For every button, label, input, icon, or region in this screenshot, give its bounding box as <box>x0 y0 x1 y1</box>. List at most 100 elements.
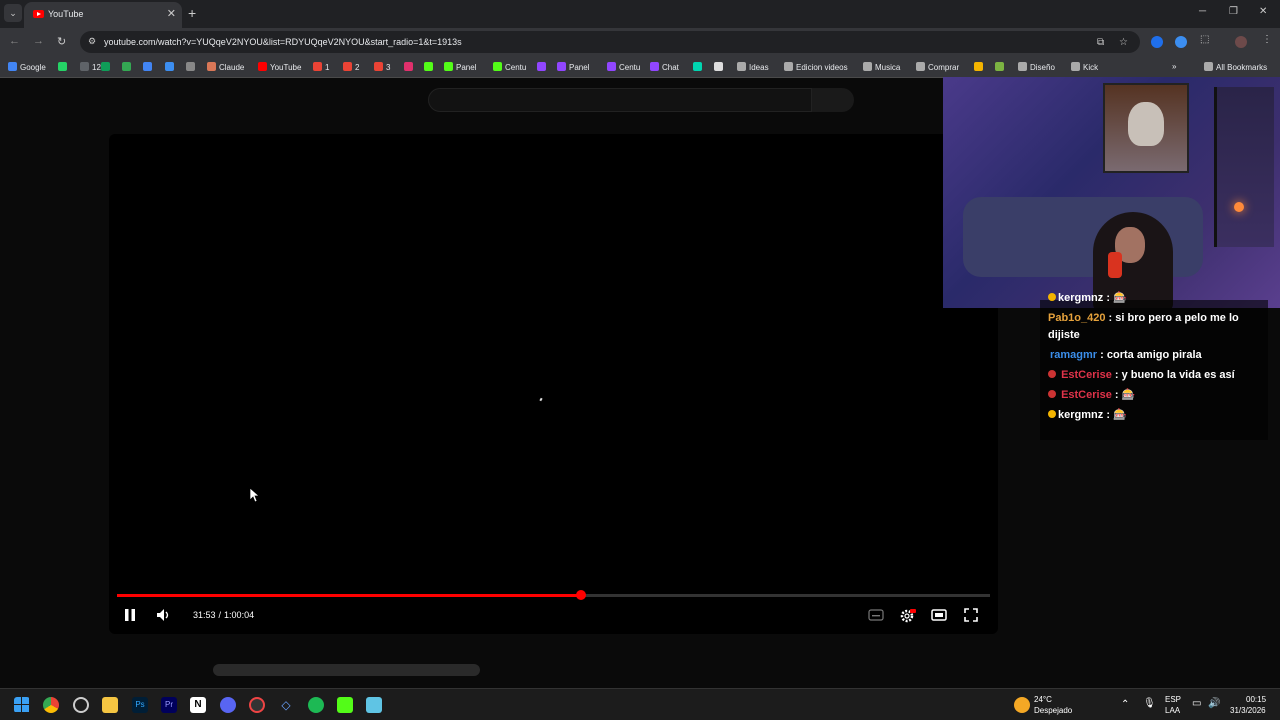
bookmark-favicon-icon <box>8 62 17 71</box>
bookmark-item[interactable] <box>974 62 986 72</box>
scrubber-handle[interactable] <box>575 590 586 600</box>
photoshop-icon[interactable]: Ps <box>132 697 148 713</box>
bookmark-item[interactable] <box>101 62 113 72</box>
menu-kebab-icon[interactable]: ⋮ <box>1262 34 1272 45</box>
bookmark-item[interactable] <box>143 62 155 72</box>
language-code[interactable]: ESP <box>1165 695 1181 704</box>
progress-played <box>117 594 581 597</box>
back-button[interactable]: ← <box>9 35 20 47</box>
address-bar[interactable]: ⚙ youtube.com/watch?v=YUQqeV2NYOU&list=R… <box>80 31 1140 53</box>
chat-message: kergmnz : 🎰 <box>1048 290 1127 307</box>
bookmark-item[interactable] <box>404 62 416 72</box>
bookmark-item[interactable]: Kick <box>1071 62 1098 72</box>
url-text: youtube.com/watch?v=YUQqeV2NYOU&list=RDY… <box>104 37 462 47</box>
bookmark-favicon-icon <box>714 62 723 71</box>
obs-icon[interactable] <box>73 697 89 713</box>
fullscreen-icon[interactable] <box>964 608 978 622</box>
search-button[interactable] <box>812 88 854 112</box>
spotify-icon[interactable] <box>308 697 324 713</box>
weather-moon-icon[interactable] <box>1014 697 1030 713</box>
subtitles-icon[interactable] <box>868 608 884 622</box>
bookmark-item[interactable] <box>165 62 177 72</box>
notepad-icon[interactable] <box>366 697 382 713</box>
bookmark-favicon-icon <box>995 62 1004 71</box>
extension-icon[interactable] <box>1151 36 1163 48</box>
folder-icon <box>1204 62 1213 71</box>
bookmark-item[interactable]: Google <box>8 62 46 72</box>
bookmark-item[interactable] <box>122 62 134 72</box>
bookmark-item[interactable]: 1 <box>313 62 329 72</box>
bookmark-favicon-icon <box>607 62 616 71</box>
bookmark-item[interactable] <box>995 62 1007 72</box>
bookmark-favicon-icon <box>650 62 659 71</box>
extensions-puzzle-icon[interactable]: ⬚ <box>1200 34 1209 45</box>
bookmark-item[interactable] <box>186 62 198 72</box>
bookmark-item[interactable] <box>693 62 705 72</box>
bookmark-item[interactable]: Chat <box>650 62 679 72</box>
bookmark-item[interactable]: Panel <box>444 62 476 72</box>
bookmark-item[interactable]: YouTube <box>258 62 301 72</box>
app-icon[interactable] <box>249 697 265 713</box>
profile-avatar[interactable] <box>1235 36 1247 48</box>
pause-button[interactable] <box>124 608 136 622</box>
bookmark-item[interactable]: Claude <box>207 62 244 72</box>
bookmark-star-icon[interactable]: ☆ <box>1119 37 1128 48</box>
notion-icon[interactable]: N <box>190 697 206 713</box>
bookmark-item[interactable]: 2 <box>343 62 359 72</box>
settings-gear-icon[interactable] <box>900 608 916 624</box>
close-tab-icon[interactable]: ✕ <box>167 7 176 20</box>
theater-mode-icon[interactable] <box>931 608 947 622</box>
chat-message: EstCerise : y bueno la vida es así <box>1048 367 1235 384</box>
close-window-button[interactable]: ✕ <box>1259 6 1267 17</box>
bookmark-item[interactable]: Centu <box>607 62 640 72</box>
bookmark-item[interactable]: Diseño <box>1018 62 1055 72</box>
restore-button[interactable]: ❐ <box>1229 6 1238 17</box>
clock-date[interactable]: 31/3/2026 <box>1230 706 1266 715</box>
streamlabs-icon[interactable]: ◇ <box>278 697 294 713</box>
chevron-up-icon[interactable]: ⌃ <box>1121 699 1129 710</box>
extension-icon-2[interactable] <box>1175 36 1187 48</box>
clock-time[interactable]: 00:15 <box>1246 695 1266 704</box>
bookmark-item[interactable]: Comprar <box>916 62 959 72</box>
search-input[interactable] <box>428 88 812 112</box>
forward-button[interactable]: → <box>33 35 44 47</box>
install-app-icon[interactable]: ⧉ <box>1097 37 1104 48</box>
reload-button[interactable]: ↻ <box>57 35 66 48</box>
new-tab-button[interactable]: + <box>188 5 196 21</box>
bookmark-item[interactable]: 3 <box>374 62 390 72</box>
more-bookmarks-icon[interactable]: » <box>1172 62 1176 71</box>
microphone-icon[interactable]: 🎙 <box>1143 698 1156 709</box>
bookmark-item[interactable]: Edicion videos <box>784 62 848 72</box>
lamp-light <box>1234 202 1244 212</box>
minimize-button[interactable]: ─ <box>1199 6 1206 17</box>
bookmarks-bar: » All Bookmarks Google 12 Claude YouTube 1 2 3… <box>0 56 1280 78</box>
tab-youtube[interactable]: YouTube ✕ <box>24 2 182 28</box>
premiere-icon[interactable]: Pr <box>161 697 177 713</box>
volume-icon[interactable] <box>156 608 170 622</box>
kick-icon[interactable] <box>337 697 353 713</box>
bookmark-item[interactable] <box>424 62 436 72</box>
bookmark-item[interactable]: Ideas <box>737 62 769 72</box>
discord-icon[interactable] <box>220 697 236 713</box>
all-bookmarks-folder[interactable]: All Bookmarks <box>1204 62 1267 72</box>
youtube-favicon-icon <box>33 10 44 18</box>
file-explorer-icon[interactable] <box>102 697 118 713</box>
video-player[interactable]: 31:53/1:00:04 <box>109 134 998 634</box>
bookmark-item[interactable]: Panel <box>557 62 589 72</box>
bookmark-item[interactable]: 12 <box>80 62 101 72</box>
bookmark-item[interactable]: Musica <box>863 62 900 72</box>
tab-search-button[interactable]: ⌄ <box>4 4 22 22</box>
progress-bar[interactable] <box>117 590 990 600</box>
horizontal-scrollbar[interactable] <box>213 664 480 676</box>
chrome-icon[interactable] <box>43 697 59 713</box>
bookmark-item[interactable] <box>714 62 726 72</box>
volume-tray-icon[interactable]: 🔊 <box>1208 698 1220 709</box>
bookmark-item[interactable]: Centu <box>493 62 526 72</box>
bookmark-item[interactable] <box>58 62 70 72</box>
site-info-icon[interactable]: ⚙ <box>88 36 96 47</box>
bookmark-item[interactable] <box>537 62 549 72</box>
windows-start-icon[interactable] <box>14 697 30 713</box>
chat-message: kergmnz : 🎰 <box>1048 407 1127 424</box>
language-layout[interactable]: LAA <box>1165 706 1180 715</box>
monitor-icon[interactable]: ▭ <box>1192 698 1201 709</box>
